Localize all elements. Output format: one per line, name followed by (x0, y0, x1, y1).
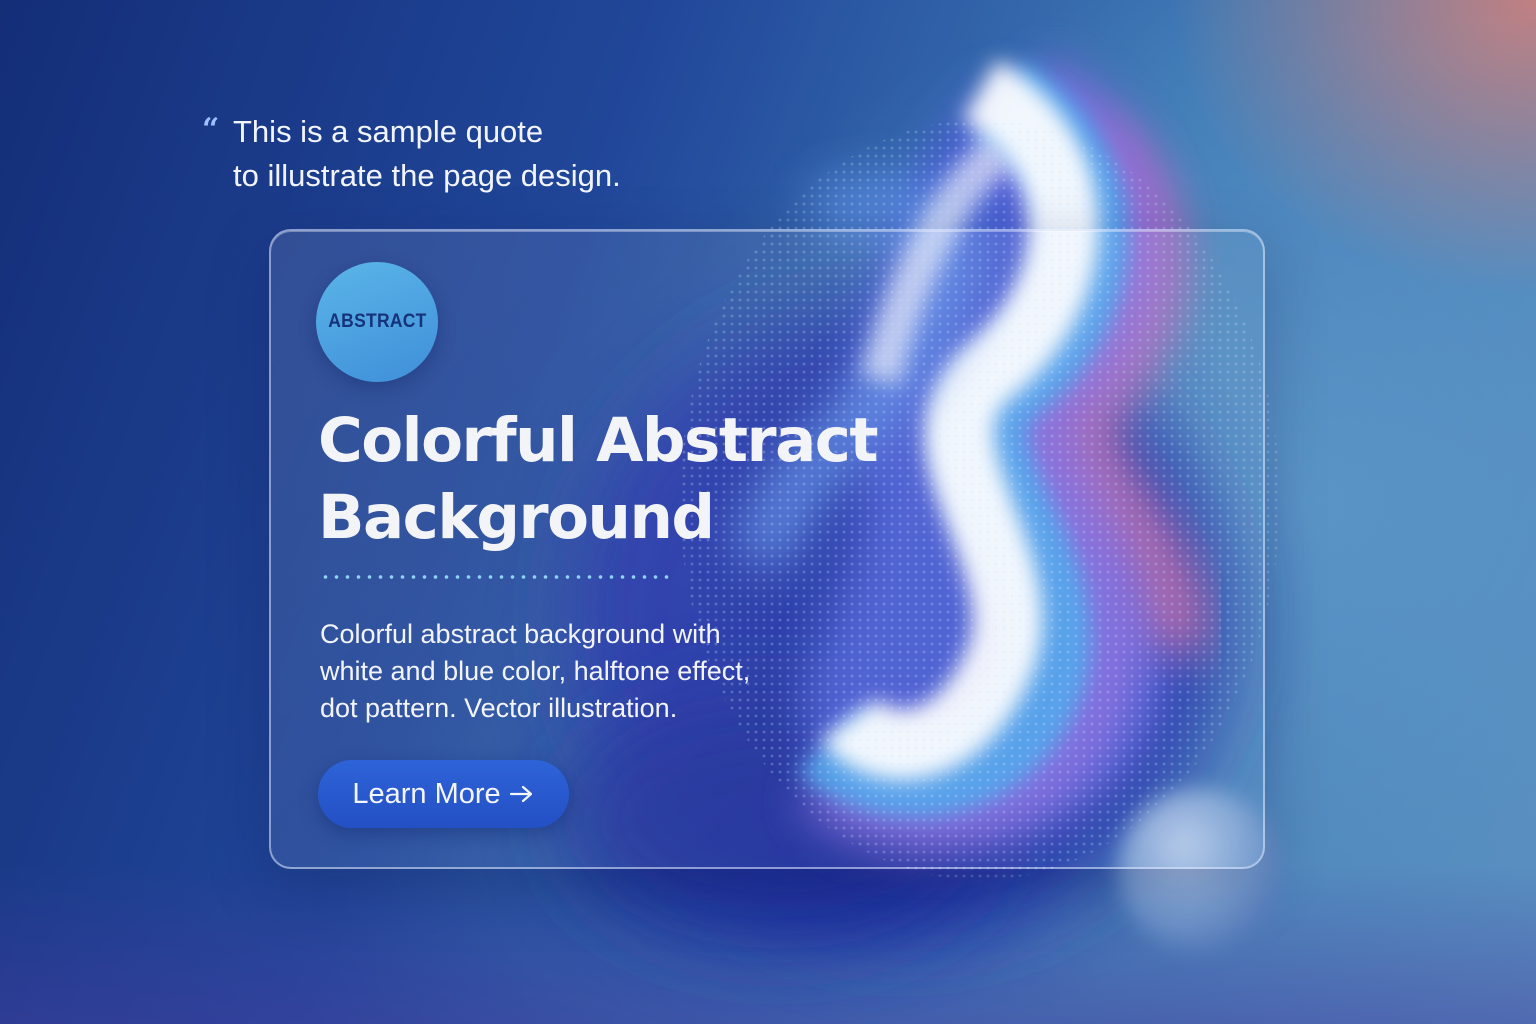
badge-label: ABSTRACT (327, 311, 427, 332)
quote-text: This is a sample quote to illustrate the… (233, 114, 621, 193)
abstract-badge: ABSTRACT (316, 262, 438, 382)
arrow-right-icon (509, 785, 532, 803)
card-title: Colorful Abstract Background (318, 405, 879, 553)
card-description: Colorful abstract background with white … (320, 619, 751, 723)
learn-more-label: Learn More (352, 777, 501, 810)
learn-more-button[interactable]: Learn More (318, 760, 569, 828)
dotted-divider (320, 574, 670, 580)
quote-mark-icon: “ (202, 112, 220, 147)
